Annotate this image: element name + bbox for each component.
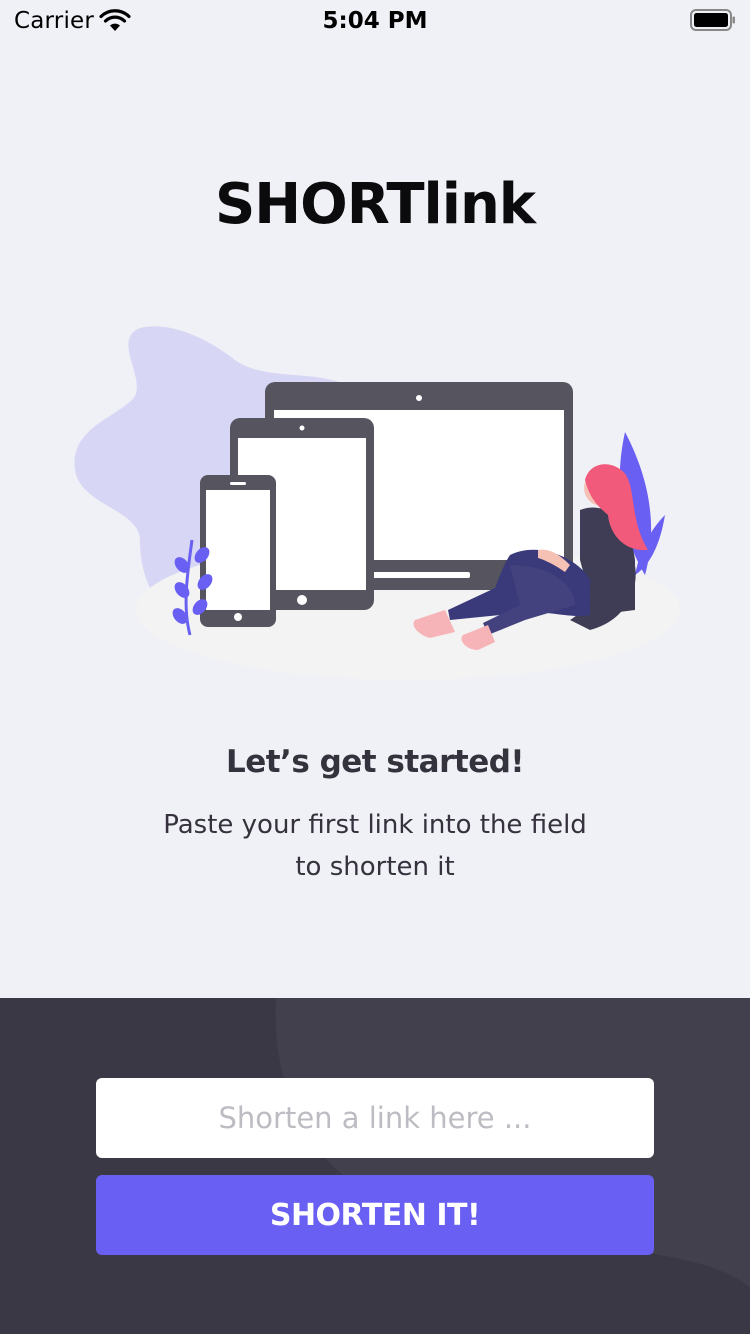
subtext-line-2: to shorten it	[295, 852, 455, 882]
app-title: SHORTlink	[214, 172, 536, 237]
shorten-panel: SHORTEN IT!	[0, 998, 750, 1334]
status-bar: Carrier 5:04 PM	[0, 0, 750, 40]
clock: 5:04 PM	[322, 8, 428, 34]
shorten-button[interactable]: SHORTEN IT!	[96, 1175, 654, 1255]
screen: Carrier 5:04 PM SHORTlink Let’s get star…	[0, 0, 750, 1334]
devices-illustration	[74, 326, 680, 680]
onboarding-subtext: Paste your first link into the field to …	[125, 804, 625, 888]
link-input[interactable]	[96, 1078, 654, 1158]
subtext-line-1: Paste your first link into the field	[163, 810, 587, 840]
battery-icon	[690, 9, 735, 31]
panel-background-shape	[275, 998, 750, 1288]
onboarding-headline: Let’s get started!	[225, 744, 525, 780]
